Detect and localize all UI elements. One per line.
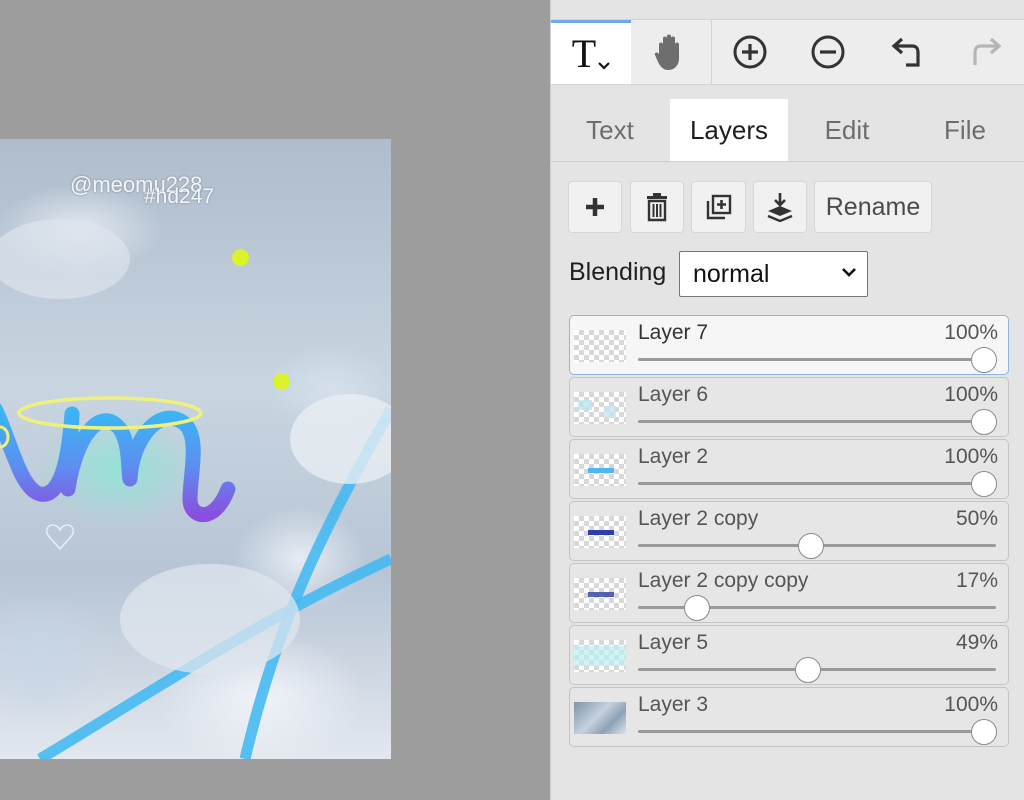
layer-thumbnail [574,330,626,362]
rename-layer-button[interactable]: Rename [814,181,932,233]
layer-opacity: 17% [955,569,998,592]
opacity-slider-handle[interactable] [794,657,821,683]
zoom-out-button[interactable] [789,20,867,84]
opacity-slider[interactable] [638,420,996,423]
layer-thumbnail [574,702,626,734]
delete-layer-button[interactable] [630,181,684,233]
layer-opacity: 100% [944,383,998,406]
hand-tool-button[interactable] [631,20,712,84]
tab-file[interactable]: File [906,99,1024,161]
hand-icon [654,34,679,70]
layer-name: Layer 2 [638,445,709,468]
layer-name: Layer 3 [638,693,709,716]
canvas-artwork [0,219,391,759]
panel-tabs: Text Layers Edit File [551,99,1024,162]
layer-name: Layer 6 [638,383,709,406]
blending-label: Blending [569,258,667,286]
text-tool-icon: T [571,30,597,76]
layer-row[interactable]: Layer 6 100% [569,377,1009,437]
layer-opacity: 50% [955,507,998,530]
undo-icon [891,37,920,67]
layer-thumbnail [574,640,626,672]
yellow-dot [232,249,249,266]
image-canvas[interactable]: @meomu228 #hd247 [0,139,391,759]
opacity-slider-handle[interactable] [971,719,997,745]
opacity-slider-handle[interactable] [683,595,710,621]
layer-name: Layer 2 copy [638,507,759,530]
layer-thumbnail [574,454,626,486]
layer-thumbnail [574,578,626,610]
tab-layers[interactable]: Layers [670,99,788,161]
blending-mode-select[interactable]: normal [679,251,868,297]
blending-mode-value: normal [693,259,770,288]
chevron-down-icon [598,57,610,73]
trash-icon [647,193,667,222]
redo-icon [973,37,1002,65]
watermark-hashtag: #hd247 [144,185,215,208]
layer-opacity: 100% [944,321,998,344]
layer-row[interactable]: Layer 3 100% [569,687,1009,747]
minus-circle-icon [811,35,845,69]
opacity-slider-handle[interactable] [971,409,997,435]
duplicate-layer-button[interactable] [691,181,746,233]
duplicate-icon [706,194,731,220]
redo-button[interactable] [947,20,1024,84]
layer-opacity: 100% [944,693,998,716]
add-layer-button[interactable] [568,181,622,233]
layer-thumbnail [574,516,626,548]
merge-down-icon [767,193,793,222]
layer-row[interactable]: Layer 7 100% [569,315,1009,375]
plus-circle-icon [733,35,767,69]
layer-name: Layer 2 copy copy [638,569,809,592]
opacity-slider[interactable] [638,730,996,733]
canvas-workspace[interactable]: @meomu228 #hd247 [0,0,550,800]
opacity-slider-handle[interactable] [798,533,824,559]
layer-name: Layer 7 [638,321,709,344]
layer-row[interactable]: Layer 2 copy copy 17% [569,563,1009,623]
layer-opacity: 49% [955,631,998,654]
tab-text[interactable]: Text [551,99,669,161]
layer-row[interactable]: Layer 5 49% [569,625,1009,685]
layer-thumbnail [574,392,626,424]
opacity-slider-handle[interactable] [971,471,997,497]
merge-down-button[interactable] [753,181,807,233]
chevron-down-icon [842,268,856,277]
yellow-dot [273,373,290,390]
opacity-slider-handle[interactable] [971,347,997,373]
undo-button[interactable] [867,20,947,84]
opacity-slider[interactable] [638,482,996,485]
tab-edit[interactable]: Edit [788,99,906,161]
layer-name: Layer 5 [638,631,709,654]
opacity-slider[interactable] [638,358,996,361]
layer-row[interactable]: Layer 2 copy 50% [569,501,1009,561]
plus-icon [586,198,604,216]
text-tool-button[interactable]: T [551,20,631,84]
tool-bar: T [551,19,1024,85]
side-panel: T Text Layers Edit File Rename Blending … [550,0,1024,800]
layer-opacity: 100% [944,445,998,468]
layer-row[interactable]: Layer 2 100% [569,439,1009,499]
zoom-in-button[interactable] [711,20,789,84]
